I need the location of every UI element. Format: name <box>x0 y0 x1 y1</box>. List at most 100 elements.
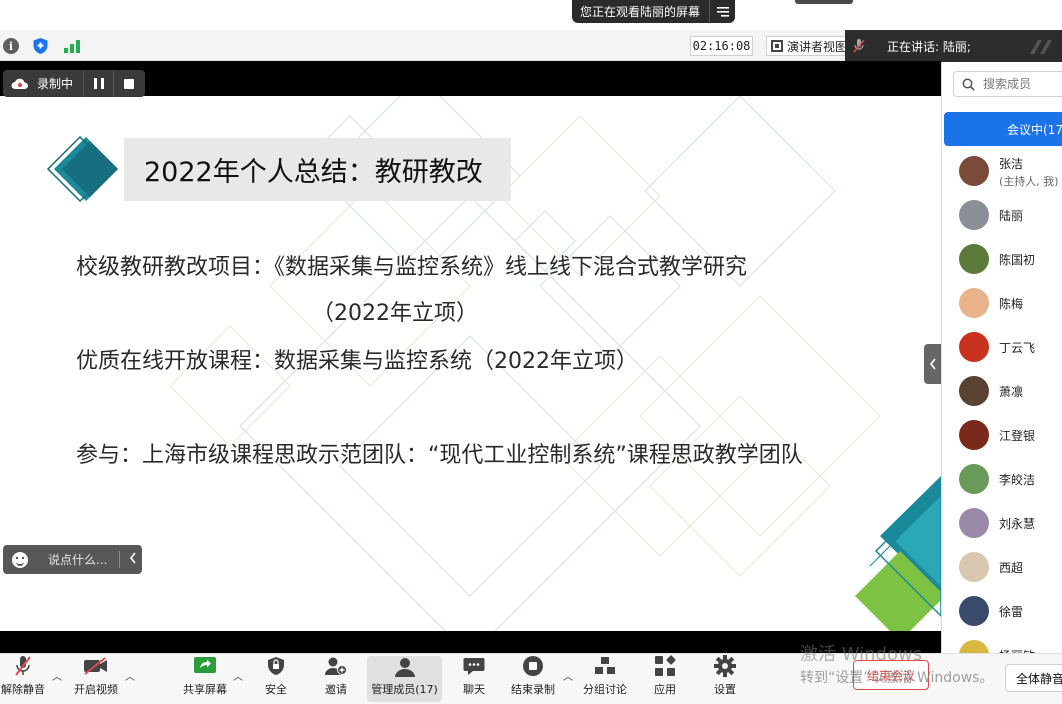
participant-item[interactable]: 陆丽 <box>942 193 1062 237</box>
share-screen-button[interactable]: 共享屏幕 <box>181 654 229 704</box>
end-recording-button[interactable]: 结束录制 <box>509 654 557 704</box>
avatar <box>959 596 989 626</box>
participant-item[interactable]: 刘永慧 <box>942 501 1062 545</box>
chat-placeholder: 说点什么... <box>48 553 108 567</box>
tab-in-meeting[interactable]: 会议中(17) <box>944 112 1062 146</box>
avatar <box>959 200 989 230</box>
network-signal-icon[interactable] <box>64 38 81 53</box>
participant-name: 江登银 <box>999 428 1036 443</box>
participant-item[interactable]: 杨丽敏 <box>942 633 1062 653</box>
viewing-banner[interactable]: 您正在观看陆丽的屏幕 <box>572 0 735 23</box>
slide-line-1: 校级教研教改项目：《数据采集与监控系统》线上线下混合式教学研究 <box>76 255 748 280</box>
viewing-banner-text: 您正在观看陆丽的屏幕 <box>580 5 701 19</box>
participant-item[interactable]: 丁云飞 <box>942 325 1062 369</box>
mute-all-button[interactable]: 全体静音 <box>1005 664 1062 692</box>
collapse-panel-button[interactable] <box>924 344 941 384</box>
unmute-button[interactable]: 解除静音 <box>0 654 46 704</box>
slide-line-4: 参与：上海市级课程思政示范团队：“现代工业控制系统”课程思政教学团队 <box>76 443 803 468</box>
participant-item[interactable]: 陈梅 <box>942 281 1062 325</box>
breakout-rooms-button[interactable]: 分组讨论 <box>581 654 629 704</box>
start-video-button[interactable]: 开启视频 <box>72 654 120 704</box>
divider <box>119 551 121 568</box>
stop-recording-button[interactable] <box>113 70 143 97</box>
slide-title: 2022年个人总结：教研教改 <box>124 138 511 201</box>
stop-record-icon <box>522 655 544 677</box>
app-logo-icon <box>1030 40 1052 54</box>
chat-button[interactable]: 聊天 <box>456 654 492 704</box>
activation-watermark-text: 转到“设置”以激活 Windows。 <box>800 670 994 686</box>
slide-line-2: （2022年立项） <box>312 301 478 326</box>
avatar <box>959 332 989 362</box>
security-shield-icon <box>267 655 285 677</box>
recording-bar: 录制中 <box>3 70 145 97</box>
muted-mic-icon <box>14 655 32 677</box>
chat-bubble-icon <box>463 655 485 677</box>
participant-item[interactable]: 徐雷 <box>942 589 1062 633</box>
participant-name: 萧凛 <box>999 384 1024 399</box>
quick-chat-input[interactable]: 说点什么... <box>3 545 142 574</box>
chevron-left-icon <box>929 358 936 370</box>
participant-name: 丁云飞 <box>999 340 1036 355</box>
participant-item[interactable]: 陈国初 <box>942 237 1062 281</box>
emoji-icon[interactable] <box>12 551 28 568</box>
participant-name: 陆丽 <box>999 208 1024 223</box>
unmute-label: 解除静音 <box>1 683 45 696</box>
pause-icon <box>93 78 104 89</box>
speaker-view-button[interactable]: 演讲者视图 <box>766 36 846 56</box>
recording-label: 录制中 <box>37 77 74 91</box>
participant-item[interactable]: 李皎洁 <box>942 457 1062 501</box>
participant-item[interactable]: 萧凛 <box>942 369 1062 413</box>
manage-participants-label: 管理成员(17) <box>371 683 438 696</box>
settings-label: 设置 <box>714 683 736 696</box>
participant-item[interactable]: 张洁 (主持人, 我) <box>942 149 1062 193</box>
breakout-rooms-icon <box>594 655 616 677</box>
record-options-chevron-icon[interactable]: ︿ <box>563 668 573 683</box>
breakout-rooms-label: 分组讨论 <box>583 683 627 696</box>
start-video-label: 开启视频 <box>74 683 118 696</box>
invite-label: 邀请 <box>325 683 347 696</box>
participant-name: 张洁 <box>999 157 1024 171</box>
settings-button[interactable]: 设置 <box>707 654 743 704</box>
view-layout-icon <box>771 40 783 52</box>
search-input[interactable] <box>983 77 1062 91</box>
participant-item[interactable]: 西超 <box>942 545 1062 589</box>
chevron-left-icon[interactable] <box>129 552 137 567</box>
avatar <box>959 464 989 494</box>
meeting-topbar: i 02:16:08 演讲者视图 <box>0 30 846 61</box>
slide-line-3: 优质在线开放课程：数据采集与监控系统（2022年立项） <box>76 349 638 374</box>
speaker-view-label: 演讲者视图 <box>787 39 846 54</box>
participant-item[interactable]: 江登银 <box>942 413 1062 457</box>
gear-icon <box>714 655 736 677</box>
audio-options-chevron-icon[interactable]: ︿ <box>52 668 62 683</box>
cloud-record-icon <box>11 78 29 89</box>
apps-button[interactable]: 应用 <box>647 654 683 704</box>
security-button[interactable]: 安全 <box>258 654 294 704</box>
encryption-shield-icon[interactable] <box>32 37 49 55</box>
participant-name: 陈国初 <box>999 252 1036 267</box>
security-label: 安全 <box>265 683 287 696</box>
share-screen-icon <box>193 655 217 677</box>
video-off-icon <box>83 655 109 677</box>
video-options-chevron-icon[interactable]: ︿ <box>125 668 135 683</box>
muted-mic-icon <box>845 38 873 54</box>
avatar <box>959 552 989 582</box>
info-icon[interactable]: i <box>3 38 19 54</box>
participant-name: 徐雷 <box>999 604 1024 619</box>
avatar <box>959 244 989 274</box>
apps-label: 应用 <box>654 683 676 696</box>
share-screen-label: 共享屏幕 <box>183 683 227 696</box>
participant-name: 西超 <box>999 560 1024 575</box>
avatar <box>959 420 989 450</box>
participants-panel: 会议中(17) 张洁 (主持人, 我) 陆丽陈国初陈梅丁云飞萧凛江登银李皎洁刘永慧西… <box>941 62 1062 653</box>
active-speaker-bar: 正在讲话: 陆丽; <box>845 30 1062 62</box>
top-handle <box>795 0 853 4</box>
avatar <box>959 376 989 406</box>
pause-recording-button[interactable] <box>83 70 113 97</box>
participant-search[interactable] <box>953 71 1062 97</box>
invite-button[interactable]: 邀请 <box>318 654 354 704</box>
view-options-icon[interactable] <box>709 0 735 23</box>
apps-grid-icon <box>654 655 676 677</box>
share-options-chevron-icon[interactable]: ︿ <box>233 668 243 683</box>
meeting-timer: 02:16:08 <box>690 36 753 56</box>
manage-participants-button[interactable]: 管理成员(17) <box>367 656 442 702</box>
